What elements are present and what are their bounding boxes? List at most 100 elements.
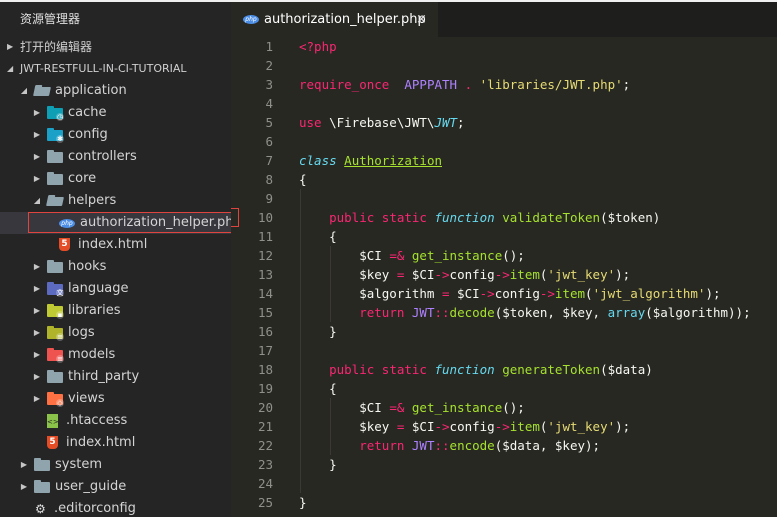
code-token: config (449, 267, 495, 282)
code-token: ($data, $key); (494, 438, 601, 453)
tree-folder[interactable]: ▶ system (0, 454, 231, 476)
code-token: 'jwt_algorithm' (592, 286, 706, 301)
file-tree: ◢ application ▶ ◷ cache ▶ ✱ config ▶ controllers ▶… (0, 80, 231, 517)
tab-label: authorization_helper.php (264, 12, 426, 27)
chevron-right-icon[interactable]: ▶ (32, 300, 42, 322)
folder-icon (47, 150, 63, 163)
chevron-right-icon[interactable]: ▶ (19, 476, 29, 498)
folder-badge-icon: 文 (56, 289, 64, 297)
project-section[interactable]: ◢ JWT-RESTFULL-IN-CI-TUTORIAL (0, 58, 231, 80)
html5-file-icon: 5 (59, 238, 70, 251)
tree-file[interactable]: 5 index.html (0, 432, 231, 454)
tree-item-label: .editorconfig (54, 501, 136, 516)
chevron-right-icon[interactable]: ▶ (32, 366, 42, 388)
tree-item-label: models (68, 347, 116, 362)
tree-item-label: third_party (68, 369, 140, 384)
line-number: 14 (257, 286, 273, 301)
tree-item-label: core (68, 171, 97, 186)
line-number: 18 (257, 362, 273, 377)
code-text: class Authorization (299, 151, 442, 170)
chevron-right-icon[interactable]: ▶ (32, 388, 42, 410)
code-token: JWT (411, 438, 435, 453)
tree-file[interactable]: ⚙ .editorconfig (0, 498, 231, 517)
chevron-right-icon[interactable]: ▶ (32, 322, 42, 344)
code-token: ($token, $key, (494, 305, 608, 320)
tree-file[interactable]: 5 index.html (0, 234, 231, 256)
folder-badge-icon: ▪ (56, 311, 64, 319)
tree-folder[interactable]: ▶ controllers (0, 146, 231, 168)
tree-folder[interactable]: ▶ ◷ cache (0, 102, 231, 124)
code-editor[interactable]: 1 <?php 2 3 require_once APPPATH . 'librarie… (231, 37, 777, 512)
tree-item-label: cache (68, 105, 107, 120)
tree-folder[interactable]: ◢ helpers (0, 190, 231, 212)
chevron-right-icon[interactable]: ▶ (19, 454, 29, 476)
line-number: 25 (257, 495, 273, 510)
selection-highlight-box (231, 208, 239, 227)
chevron-right-icon[interactable]: ▶ (32, 344, 42, 366)
line-number: 5 (265, 115, 273, 130)
chevron-right-icon[interactable]: ▶ (32, 146, 42, 168)
open-editors-section[interactable]: ▶ 打开的编辑器 (0, 36, 231, 58)
folder-views-icon: ◇ (47, 392, 64, 407)
chevron-right-icon[interactable]: ▶ (32, 256, 42, 278)
tree-folder[interactable]: ▶ user_guide (0, 476, 231, 498)
code-token: function (434, 210, 495, 225)
code-token: array (607, 305, 646, 320)
chevron-right-icon[interactable]: ▶ (32, 102, 42, 124)
folder-open-icon (33, 87, 51, 96)
code-text: $key = $CI->config->item('jwt_key'); (299, 417, 630, 436)
code-token: $CI (299, 248, 390, 263)
code-token: ($data) (600, 362, 653, 377)
code-token: get_instance (411, 248, 503, 263)
line-number: 3 (265, 77, 273, 92)
tree-folder[interactable]: ▶ ✱ config (0, 124, 231, 146)
code-token: -> (434, 267, 450, 282)
code-line: 16 } (231, 322, 777, 341)
tab-authorization-helper[interactable]: php authorization_helper.php × (231, 2, 438, 37)
chevron-right-icon[interactable]: ▶ (32, 168, 42, 190)
code-token: generateToken (502, 362, 601, 377)
tree-folder[interactable]: ▶ 文 language (0, 278, 231, 300)
code-token: encode (449, 438, 495, 453)
chevron-down-icon[interactable]: ◢ (32, 190, 42, 212)
tree-item-label: index.html (78, 237, 148, 252)
indent-guide (300, 474, 301, 493)
tree-folder[interactable]: ▶ ▪ libraries (0, 300, 231, 322)
code-token: ; (457, 115, 465, 130)
code-text: return JWT::decode($token, $key, array($… (299, 303, 750, 322)
chevron-down-icon[interactable]: ◢ (19, 80, 29, 102)
code-token: JWT (411, 305, 435, 320)
folder-icon (47, 172, 63, 185)
code-token: $CI (404, 267, 435, 282)
code-token: 'jwt_key' (547, 267, 616, 282)
chevron-right-icon[interactable]: ▶ (32, 278, 42, 300)
code-line: 9 (231, 189, 777, 208)
folder-logs-icon: ≡ (47, 326, 64, 341)
code-token: APPPATH (404, 77, 458, 92)
code-token: -> (434, 419, 450, 434)
tree-folder[interactable]: ▶ hooks (0, 256, 231, 278)
close-icon[interactable]: × (416, 2, 427, 37)
tree-file[interactable]: <> .htaccess (0, 410, 231, 432)
tree-file[interactable]: php authorization_helper.php (0, 212, 231, 234)
tree-folder[interactable]: ◢ application (0, 80, 231, 102)
folder-libraries-icon: ▪ (47, 304, 64, 319)
code-text: { (299, 379, 337, 398)
tree-folder[interactable]: ▶ ◇ views (0, 388, 231, 410)
php-file-icon: php (243, 15, 259, 24)
tree-folder[interactable]: ▶ third_party (0, 366, 231, 388)
code-line: 13 $key = $CI->config->item('jwt_key'); (231, 265, 777, 284)
tree-folder[interactable]: ▶ ≡ models (0, 344, 231, 366)
tree-folder[interactable]: ▶ core (0, 168, 231, 190)
tree-item-label: helpers (68, 193, 117, 208)
code-token: return (359, 305, 405, 320)
code-text: $algorithm = $CI->config->item('jwt_algo… (299, 284, 720, 303)
code-line: 12 $CI =& get_instance(); (231, 246, 777, 265)
line-number: 23 (257, 457, 273, 472)
tree-folder[interactable]: ▶ ≡ logs (0, 322, 231, 344)
tree-item-label: index.html (66, 435, 136, 450)
chevron-right-icon[interactable]: ▶ (32, 124, 42, 146)
